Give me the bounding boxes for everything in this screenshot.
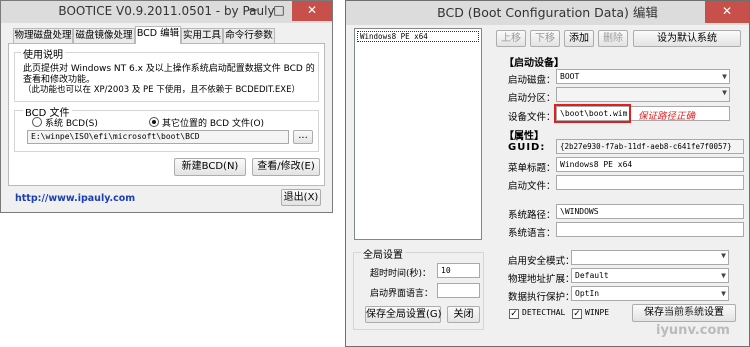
safe-mode-label: 启用安全模式： [508, 256, 575, 267]
close-button[interactable]: 关闭 [447, 306, 480, 323]
global-settings-title: 全局设置 [361, 246, 405, 261]
view-edit-button[interactable]: 查看/修改(E) [252, 158, 320, 176]
boot-disk-label: 启动磁盘： [508, 75, 556, 86]
system-path-field[interactable]: \WINDOWS [556, 204, 744, 219]
boot-device-header: 【启动设备】 [504, 58, 564, 69]
new-bcd-button[interactable]: 新建BCD(N) [174, 158, 246, 176]
timeout-label: 超时时间(秒)： [370, 269, 432, 279]
bcd-editor-window: BCD (Boot Configuration Data) 编辑 ✕ Windo… [345, 0, 750, 347]
system-bcd-label: 系统 BCD(S) [45, 119, 98, 129]
entry-list[interactable]: Windows8 PE x64 [354, 28, 482, 240]
pae-select[interactable]: Default ▼ [571, 268, 729, 283]
tab-command-line[interactable]: 命令行参数 [223, 28, 275, 43]
winpe-checkbox[interactable]: ✓ [572, 309, 582, 319]
bcd-title: BCD (Boot Configuration Data) 编辑 [437, 5, 658, 20]
boot-disk-select[interactable]: BOOT ▼ [556, 69, 730, 84]
system-bcd-radio[interactable] [32, 117, 42, 127]
menu-title-label: 菜单标题： [508, 163, 556, 174]
move-up-button[interactable]: 上移 [496, 30, 526, 47]
entry-item[interactable]: Windows8 PE x64 [357, 31, 479, 42]
chevron-down-icon: ▼ [721, 271, 726, 280]
watermark-sub: 爱运维网 [664, 307, 704, 318]
winpe-label: WINPE [585, 308, 610, 317]
tab-disk-image[interactable]: 磁盘镜像处理 [73, 28, 135, 43]
browse-button[interactable]: ... [293, 130, 313, 144]
nx-value: OptIn [575, 289, 600, 298]
boot-file-label: 启动文件： [508, 181, 556, 192]
system-language-label: 系统语言： [508, 228, 556, 239]
guid-label: GUID: [508, 142, 546, 153]
boot-partition-label: 启动分区： [508, 93, 556, 104]
boot-partition-select[interactable]: ▼ [556, 87, 730, 102]
other-bcd-radio[interactable] [149, 117, 159, 127]
ui-language-field[interactable] [437, 283, 480, 298]
path-annotation: 保证路径正确 [638, 111, 696, 122]
pae-value: Default [575, 271, 609, 280]
bootice-window: BOOTICE V0.9.2011.0501 - by Pauly ─ □ ✕ … [0, 0, 333, 213]
system-language-field[interactable] [556, 222, 744, 237]
other-bcd-label: 其它位置的 BCD 文件(O) [162, 119, 265, 129]
device-file-highlight [554, 104, 631, 123]
usage-group-title: 使用说明 [21, 46, 65, 61]
nx-select[interactable]: OptIn ▼ [571, 286, 729, 301]
bootice-close-button[interactable]: ✕ [292, 1, 332, 21]
delete-button[interactable]: 删除 [598, 30, 628, 47]
boot-file-field[interactable] [556, 175, 744, 190]
bootice-minimize-button[interactable]: ─ [240, 1, 266, 21]
menu-title-field[interactable]: Windows8 PE x64 [556, 157, 744, 172]
add-button[interactable]: 添加 [564, 30, 594, 47]
bootice-maximize-button[interactable]: □ [266, 1, 292, 21]
properties-header: 【属性】 [504, 131, 544, 142]
bcd-close-button[interactable]: ✕ [705, 1, 749, 23]
timeout-field[interactable]: 10 [437, 263, 480, 278]
nx-label: 数据执行保护： [508, 292, 575, 303]
chevron-down-icon: ▼ [722, 88, 727, 97]
device-file-label: 设备文件： [508, 112, 556, 123]
website-link[interactable]: http://www.ipauly.com [15, 193, 135, 204]
exit-button[interactable]: 退出(X) [281, 189, 321, 206]
detecthal-label: DETECTHAL [522, 308, 566, 317]
usage-text-line3: （此功能也可以在 XP/2003 及 PE 下使用，且不依赖于 BCDEDIT.… [23, 85, 300, 95]
tab-utilities[interactable]: 实用工具 [181, 28, 223, 43]
ui-language-label: 启动界面语言： [370, 289, 434, 299]
system-path-label: 系统路径： [508, 210, 556, 221]
watermark-logo: iyunv.com [656, 323, 730, 338]
boot-disk-value: BOOT [560, 72, 580, 81]
detecthal-checkbox[interactable]: ✓ [509, 309, 519, 319]
tab-bcd-edit[interactable]: BCD 编辑 [135, 26, 181, 44]
set-default-button[interactable]: 设为默认系统 [633, 30, 741, 47]
move-down-button[interactable]: 下移 [530, 30, 560, 47]
guid-field[interactable]: {2b27e930-f7ab-11df-aeb8-c641fe7f0057} [556, 139, 744, 154]
chevron-down-icon: ▼ [721, 289, 726, 298]
safe-mode-select[interactable]: ▼ [571, 250, 729, 265]
bcd-path-field[interactable]: E:\winpe\ISO\efi\microsoft\boot\BCD [27, 130, 289, 144]
save-global-button[interactable]: 保存全局设置(G) [365, 306, 442, 323]
chevron-down-icon: ▼ [722, 72, 727, 81]
tab-physical-disk[interactable]: 物理磁盘处理 [13, 28, 73, 43]
chevron-down-icon: ▼ [721, 251, 726, 260]
pae-label: 物理地址扩展： [508, 274, 575, 285]
tab-panel: 使用说明 此页提供对 Windows NT 6.x 及以上操作系统启动配置数据文… [8, 43, 325, 186]
bcd-titlebar: BCD (Boot Configuration Data) 编辑 [346, 1, 749, 25]
